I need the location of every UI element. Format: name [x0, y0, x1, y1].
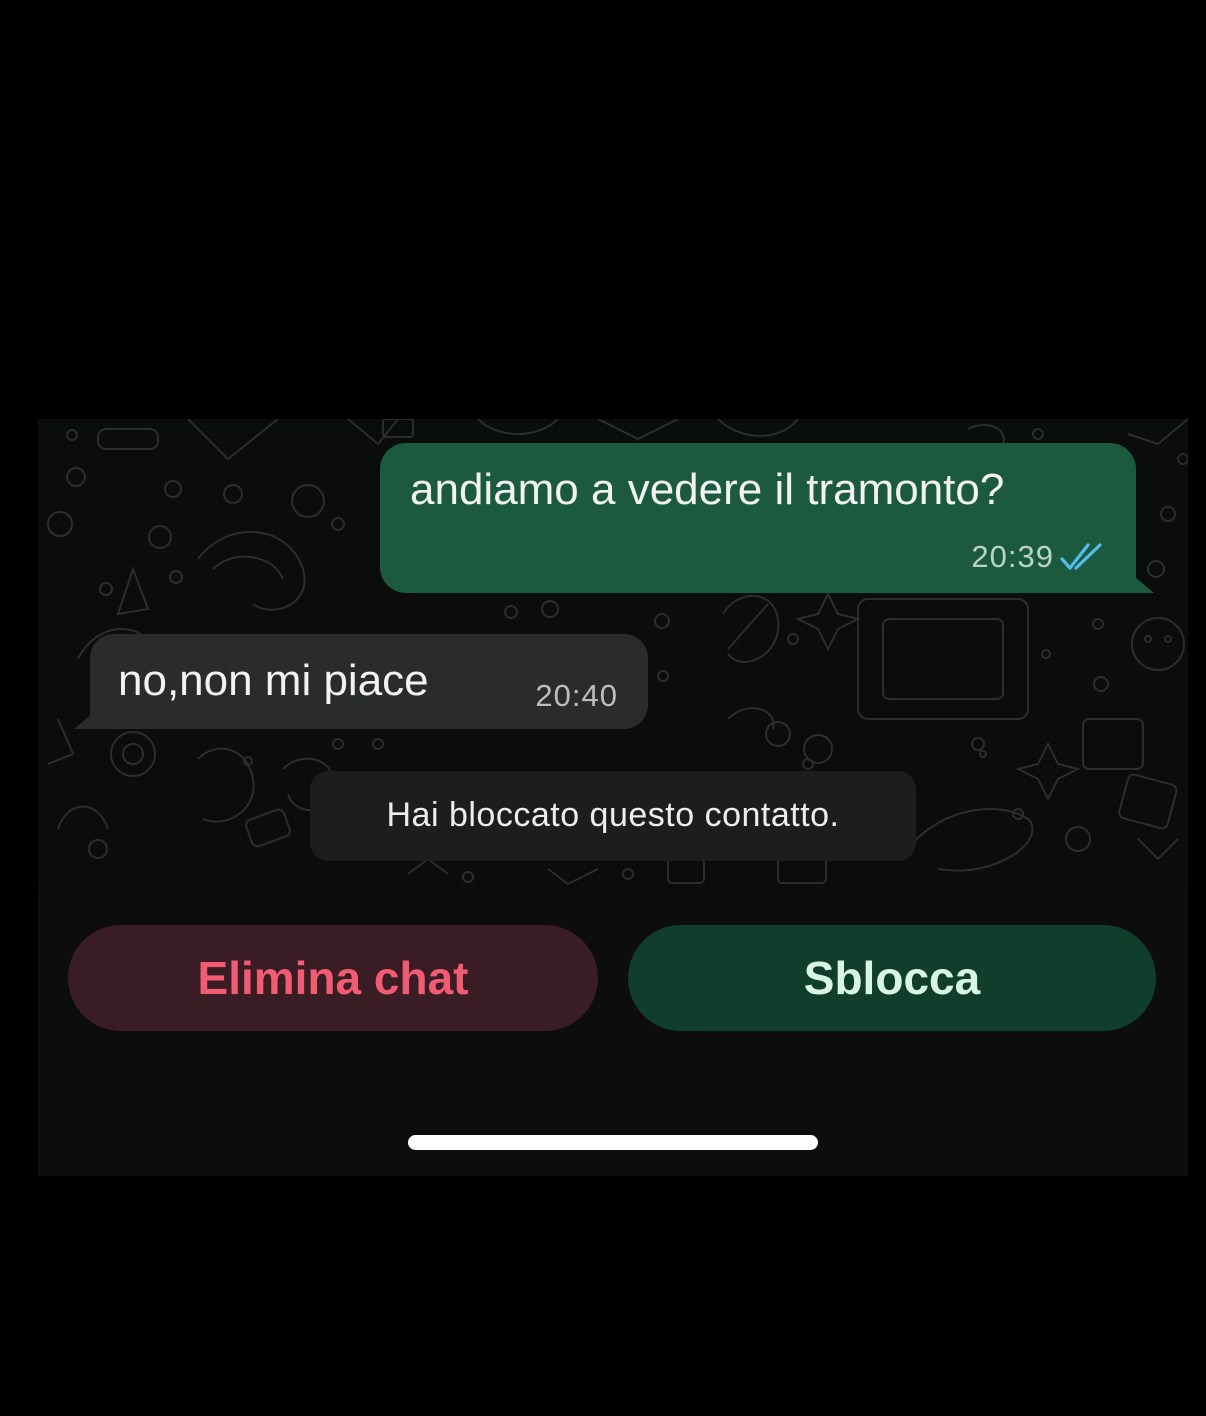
bubble-tail	[1128, 571, 1154, 593]
bubble-tail	[74, 709, 98, 729]
message-text: no,non mi piace	[118, 656, 429, 705]
incoming-message-bubble[interactable]: no,non mi piace 20:40	[74, 634, 648, 729]
home-indicator[interactable]	[408, 1135, 818, 1150]
delete-chat-button[interactable]: Elimina chat	[68, 925, 598, 1031]
message-timestamp: 20:39	[971, 539, 1054, 574]
chat-screen: andiamo a vedere il tramonto? 20:39 no,n…	[38, 419, 1188, 1176]
message-text: andiamo a vedere il tramonto?	[410, 465, 1005, 514]
blocked-actions-bar: Elimina chat Sblocca	[38, 889, 1188, 1176]
outgoing-message-bubble[interactable]: andiamo a vedere il tramonto? 20:39	[380, 443, 1154, 593]
blocked-contact-notice: Hai bloccato questo contatto.	[310, 771, 916, 861]
chat-area[interactable]: andiamo a vedere il tramonto? 20:39 no,n…	[38, 419, 1188, 889]
message-timestamp: 20:40	[535, 678, 618, 713]
unblock-button[interactable]: Sblocca	[628, 925, 1156, 1031]
double-check-read-icon	[1060, 543, 1102, 570]
